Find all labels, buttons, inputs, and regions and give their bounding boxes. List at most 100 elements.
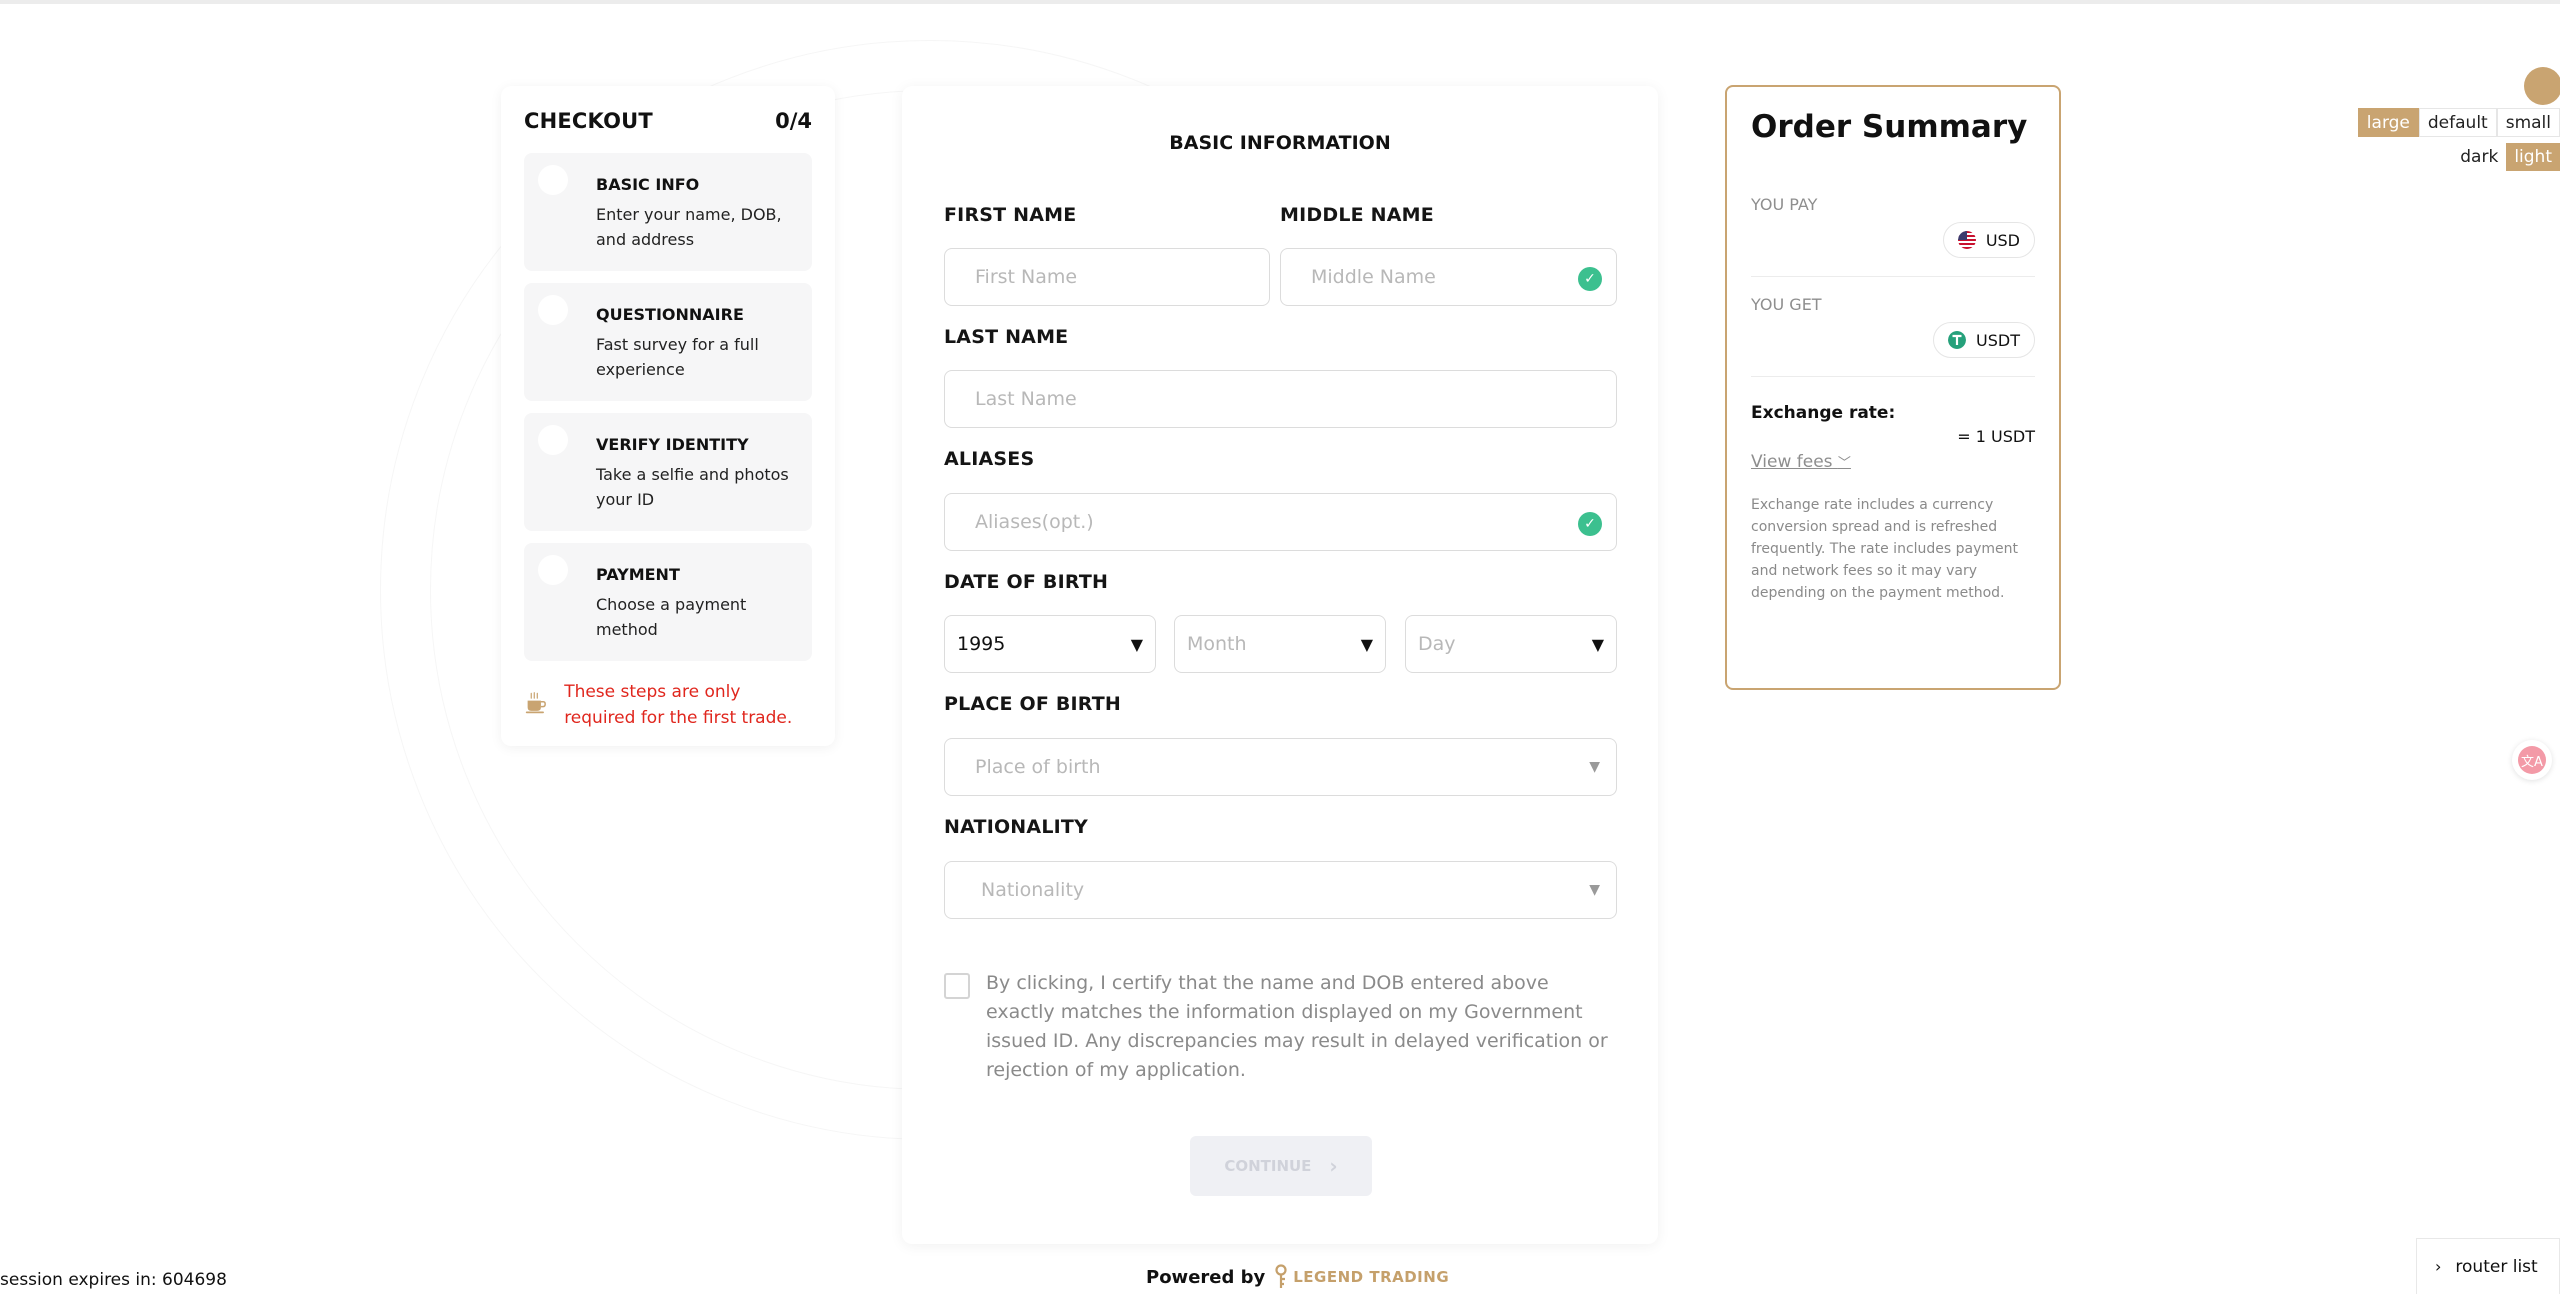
first-name-label: FIRST NAME (944, 204, 1077, 226)
checkout-steps-card: CHECKOUT 0/4 BASIC INFO Enter your name,… (501, 86, 835, 746)
coffee-cup-icon (525, 692, 546, 714)
size-default-option[interactable]: default (2418, 108, 2497, 137)
get-currency-selector[interactable]: USDT (1933, 322, 2035, 358)
caret-down-icon: ▼ (1591, 634, 1604, 654)
tether-icon (1948, 331, 1967, 349)
aliases-placeholder: Aliases(opt.) (975, 511, 1094, 533)
place-of-birth-label: PLACE OF BIRTH (944, 693, 1122, 715)
place-of-birth-placeholder: Place of birth (975, 756, 1101, 778)
certify-text: By clicking, I certify that the name and… (986, 972, 1608, 1081)
key-icon (1275, 1264, 1287, 1288)
order-summary-title: Order Summary (1751, 109, 2028, 145)
top-border (0, 0, 2560, 4)
step-description: Enter your name, DOB, and address (596, 205, 782, 249)
theme-dark-option[interactable]: dark (2452, 143, 2506, 171)
you-pay-label: YOU PAY (1751, 195, 1818, 214)
checkout-header: CHECKOUT 0/4 (524, 108, 812, 134)
dob-day-placeholder: Day (1418, 633, 1456, 655)
exchange-rate-label: Exchange rate: (1751, 403, 1896, 423)
powered-by-label: Powered by (1146, 1266, 1266, 1288)
chevron-right-icon: › (2435, 1257, 2442, 1276)
brand-name: LEGEND TRADING (1293, 1268, 1450, 1286)
last-name-input[interactable]: Last Name (944, 370, 1617, 428)
exchange-rate-value: = 1 USDT (1957, 427, 2035, 446)
certify-row: By clicking, I certify that the name and… (944, 969, 1614, 1085)
middle-name-placeholder: Middle Name (1311, 266, 1436, 288)
theme-light-option[interactable]: light (2506, 143, 2560, 171)
divider (1751, 276, 2035, 277)
dob-label: DATE OF BIRTH (944, 571, 1109, 593)
powered-by: Powered by LEGEND TRADING (1146, 1264, 1449, 1290)
dob-year-value: 1995 (957, 633, 1006, 655)
dob-month-select[interactable]: Month ▼ (1174, 615, 1386, 673)
size-small-option[interactable]: small (2496, 108, 2560, 137)
pay-currency-selector[interactable]: USD (1942, 222, 2035, 258)
caret-down-icon: ▼ (1589, 882, 1600, 898)
pay-currency: USD (1985, 230, 2020, 250)
dob-day-select[interactable]: Day ▼ (1405, 615, 1617, 673)
nationality-label: NATIONALITY (944, 816, 1089, 838)
translate-button[interactable]: 文A (2512, 740, 2552, 780)
fees-note: Exchange rate includes a currency conver… (1751, 497, 2019, 601)
continue-button[interactable]: CONTINUE › (1190, 1136, 1372, 1196)
basic-information-form: BASIC INFORMATION FIRST NAME MIDDLE NAME… (902, 86, 1658, 1244)
last-name-placeholder: Last Name (975, 388, 1077, 410)
router-list-toggle[interactable]: › router list (2416, 1238, 2560, 1294)
get-currency: USDT (1976, 330, 2020, 350)
step-title: PAYMENT (596, 565, 680, 584)
chevron-right-icon: › (1329, 1154, 1338, 1178)
first-trade-note: These steps are only required for the fi… (524, 679, 812, 731)
step-questionnaire[interactable]: QUESTIONNAIRE Fast survey for a full exp… (524, 283, 812, 401)
caret-down-icon: ▼ (1360, 634, 1373, 654)
step-status-circle (538, 555, 568, 585)
dob-year-select[interactable]: 1995 ▼ (944, 615, 1156, 673)
order-summary-card: Order Summary YOU PAY USD YOU GET USDT E… (1725, 85, 2061, 690)
checkout-progress: 0/4 (775, 109, 812, 133)
step-description: Take a selfie and photos your ID (596, 465, 789, 509)
step-title: BASIC INFO (596, 175, 700, 194)
step-payment[interactable]: PAYMENT Choose a payment method (524, 543, 812, 661)
continue-label: CONTINUE (1224, 1157, 1312, 1175)
caret-down-icon: ▼ (1589, 759, 1600, 775)
divider (1751, 376, 2035, 377)
middle-name-input[interactable]: Middle Name ✓ (1280, 248, 1617, 306)
chevron-down-icon: ﹀ (1837, 456, 1851, 471)
first-trade-note-text: These steps are only required for the fi… (564, 682, 793, 728)
first-name-placeholder: First Name (975, 266, 1078, 288)
step-verify-identity[interactable]: VERIFY IDENTITY Take a selfie and photos… (524, 413, 812, 531)
step-basic-info[interactable]: BASIC INFO Enter your name, DOB, and add… (524, 153, 812, 271)
session-timer: session expires in: 604698 (0, 1270, 227, 1290)
view-fees-label: View fees (1751, 452, 1833, 472)
avatar[interactable] (2524, 67, 2560, 105)
checkout-title: CHECKOUT (524, 109, 653, 133)
dob-month-placeholder: Month (1187, 633, 1247, 655)
theme-switcher: dark light (2452, 143, 2560, 171)
certify-checkbox[interactable] (944, 973, 970, 999)
valid-check-icon: ✓ (1578, 267, 1602, 291)
middle-name-label: MIDDLE NAME (1280, 204, 1434, 226)
step-title: QUESTIONNAIRE (596, 305, 744, 324)
aliases-label: ALIASES (944, 448, 1035, 470)
translate-icon: 文A (2518, 746, 2546, 774)
size-switcher: large default small (2357, 108, 2560, 137)
legend-trading-logo: LEGEND TRADING (1273, 1264, 1449, 1290)
you-get-label: YOU GET (1751, 295, 1822, 314)
view-fees-toggle[interactable]: View fees ﹀ (1751, 452, 1851, 472)
form-title: BASIC INFORMATION (1169, 132, 1391, 154)
step-title: VERIFY IDENTITY (596, 435, 749, 454)
step-description: Fast survey for a full experience (596, 335, 759, 379)
aliases-input[interactable]: Aliases(opt.) ✓ (944, 493, 1617, 551)
step-description: Choose a payment method (596, 595, 747, 639)
us-flag-icon (1957, 231, 1976, 249)
place-of-birth-select[interactable]: Place of birth ▼ (944, 738, 1617, 796)
step-status-circle (538, 425, 568, 455)
size-large-option[interactable]: large (2357, 108, 2419, 137)
nationality-select[interactable]: Nationality ▼ (944, 861, 1617, 919)
caret-down-icon: ▼ (1130, 634, 1143, 654)
first-name-input[interactable]: First Name (944, 248, 1270, 306)
valid-check-icon: ✓ (1578, 512, 1602, 536)
nationality-placeholder: Nationality (981, 879, 1085, 901)
step-status-circle (538, 165, 568, 195)
last-name-label: LAST NAME (944, 326, 1069, 348)
router-list-label: router list (2455, 1256, 2538, 1277)
